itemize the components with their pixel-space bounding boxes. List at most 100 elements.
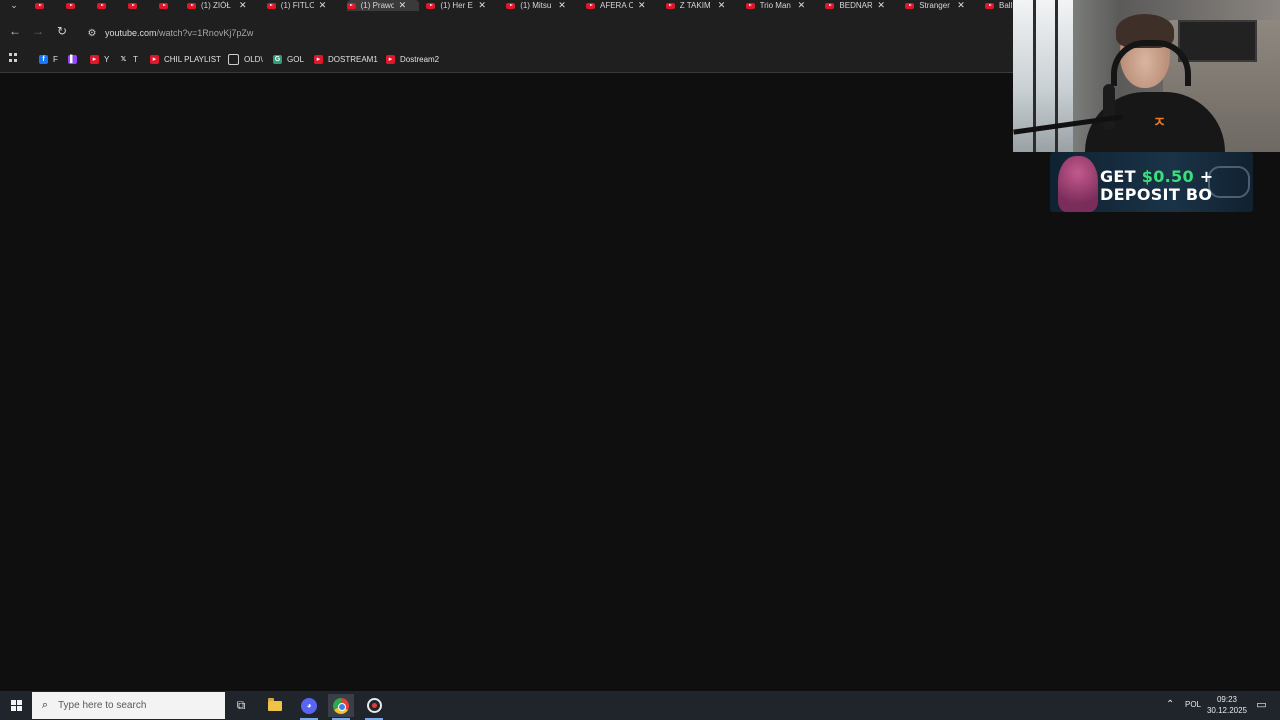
notifications-icon[interactable]: ▭	[1255, 698, 1268, 711]
search-icon: ⌕	[41, 699, 49, 711]
youtube-icon	[266, 2, 276, 9]
ad-character-image	[1058, 156, 1098, 212]
youtube-icon: ▸	[150, 54, 159, 64]
bookmark-item[interactable]: ▌	[68, 53, 82, 65]
tab-title: (1) Mitsu	[520, 1, 552, 10]
back-arrow-icon[interactable]: ←	[7, 23, 23, 39]
youtube-icon	[128, 2, 137, 9]
bookmark-item[interactable]: ▭ OLD\	[228, 53, 263, 65]
bookmark-label: T	[133, 54, 138, 64]
youtube-icon	[66, 2, 75, 9]
ad-text-get: GET	[1100, 167, 1136, 186]
youtube-icon: ▸	[314, 54, 323, 64]
browser-tab[interactable]	[128, 0, 142, 11]
tab-title: (1) ZIÓŁ	[201, 1, 231, 10]
youtube-icon	[665, 2, 675, 9]
tab-title: Trio Man	[759, 1, 791, 10]
discord-icon: ◕	[301, 697, 317, 714]
chrome-icon	[333, 697, 349, 714]
tab-close-icon[interactable]: ✕	[638, 0, 646, 11]
taskbar: ⌕ Type here to search ⧉ ◕ ⌃ POL 09:23 30…	[0, 691, 1280, 720]
tray-chevron-up-icon[interactable]: ⌃	[1166, 699, 1174, 710]
clock-date: 30.12.2025	[1206, 706, 1248, 715]
taskbar-search[interactable]: ⌕ Type here to search	[32, 692, 225, 719]
bookmark-label: F	[53, 54, 58, 64]
tab-close-icon[interactable]: ✕	[399, 0, 407, 11]
browser-tab[interactable]	[97, 0, 111, 11]
tab-close-icon[interactable]: ✕	[718, 0, 726, 11]
tab-close-icon[interactable]: ✕	[957, 0, 965, 11]
youtube-icon: ▸	[386, 54, 395, 64]
file-explorer-button[interactable]	[262, 694, 288, 717]
bookmark-item[interactable]: ▸ Y	[90, 53, 109, 65]
youtube-icon	[586, 2, 595, 9]
browser-tab[interactable]	[35, 0, 49, 11]
bookmark-item[interactable]: ▸ Dostream2	[386, 53, 439, 65]
browser-tab[interactable]: Trio Man ✕	[745, 0, 818, 11]
bookmark-item[interactable]: 𝕏T	[119, 53, 138, 65]
youtube-icon	[825, 2, 835, 9]
tab-close-icon[interactable]: ✕	[239, 0, 247, 11]
bookmark-label: GOL	[287, 54, 304, 64]
browser-tab[interactable]: Z TAKIM ✕	[665, 0, 738, 11]
youtube-icon	[905, 2, 915, 9]
search-placeholder: Type here to search	[58, 700, 147, 711]
apps-grid-icon[interactable]	[9, 53, 18, 62]
obs-icon	[366, 698, 382, 713]
bookmark-item[interactable]: ▸ DOSTREAM1	[314, 53, 378, 65]
tab-close-icon[interactable]: ✕	[877, 0, 885, 11]
discord-button[interactable]: ◕	[296, 694, 322, 720]
browser-tab[interactable]: (1) FITLO ✕	[266, 0, 339, 11]
url-host: youtube.com	[105, 28, 157, 38]
forward-arrow-icon[interactable]: →	[30, 23, 46, 39]
browser-tab[interactable]: Stranger ✕	[905, 0, 977, 11]
ad-bike-image	[1208, 166, 1250, 198]
facebook-icon: f	[39, 54, 48, 64]
ad-headline: GET $0.50 +	[1100, 167, 1213, 186]
url-text[interactable]: youtube.com/watch?v=1RnovKj7pZw	[105, 28, 253, 38]
folder-icon	[268, 697, 282, 711]
chrome-button[interactable]	[328, 694, 354, 720]
folder-icon: ▭	[228, 53, 239, 65]
hoodie-logo-icon: ㅈ	[1153, 114, 1166, 130]
tab-search-chevron-icon[interactable]: ⌄	[6, 0, 22, 11]
browser-tab[interactable]	[66, 0, 80, 11]
obs-button[interactable]	[361, 694, 387, 720]
clock-time: 09:23	[1216, 695, 1238, 704]
tab-close-icon[interactable]: ✕	[319, 0, 327, 11]
browser-tab[interactable]: (1) Mitsu ✕	[506, 0, 578, 11]
url-path: /watch?v=1RnovKj7pZw	[156, 28, 254, 38]
youtube-icon	[426, 2, 436, 9]
browser-tab[interactable]: BEDNAR ✕	[825, 0, 897, 11]
tab-title: (1) FITLO	[280, 1, 314, 10]
start-button[interactable]	[0, 691, 32, 720]
reload-icon[interactable]: ↻	[54, 23, 70, 39]
language-indicator[interactable]: POL	[1185, 700, 1201, 709]
bookmark-label: Y	[104, 54, 110, 64]
tab-title: AFERA C	[600, 1, 633, 10]
site-settings-icon[interactable]: ⚙	[86, 27, 98, 39]
bookmark-item[interactable]: ▸ CHIL PLAYLIST	[150, 53, 221, 65]
ad-subline: DEPOSIT BO	[1100, 185, 1213, 204]
tab-title: Stranger	[919, 1, 950, 10]
clock[interactable]: 09:23 30.12.2025	[1205, 694, 1249, 716]
browser-tab[interactable]	[159, 0, 173, 11]
task-view-button[interactable]: ⧉	[228, 694, 254, 717]
browser-tab[interactable]: AFERA C ✕	[586, 0, 658, 11]
browser-tab[interactable]: (1) Her E ✕	[426, 0, 498, 11]
tab-close-icon[interactable]: ✕	[798, 0, 806, 11]
tab-close-icon[interactable]: ✕	[558, 0, 566, 11]
ad-banner: GET $0.50 + DEPOSIT BO	[1050, 152, 1253, 212]
x-icon: 𝕏	[119, 54, 128, 64]
bookmark-item[interactable]: G GOL	[273, 53, 304, 65]
browser-tab[interactable]: (1) Prawd ✕	[346, 0, 419, 11]
bookmark-item[interactable]: fF	[39, 53, 58, 65]
youtube-icon	[187, 2, 196, 9]
browser-tab[interactable]: (1) ZIÓŁ ✕	[187, 0, 259, 11]
g-icon: G	[273, 54, 282, 64]
ad-text-amount: $0.50	[1141, 167, 1194, 186]
youtube-icon	[745, 2, 755, 9]
tab-close-icon[interactable]: ✕	[478, 0, 486, 11]
youtube-icon	[346, 2, 356, 9]
bookmark-label: CHIL PLAYLIST	[164, 54, 221, 64]
